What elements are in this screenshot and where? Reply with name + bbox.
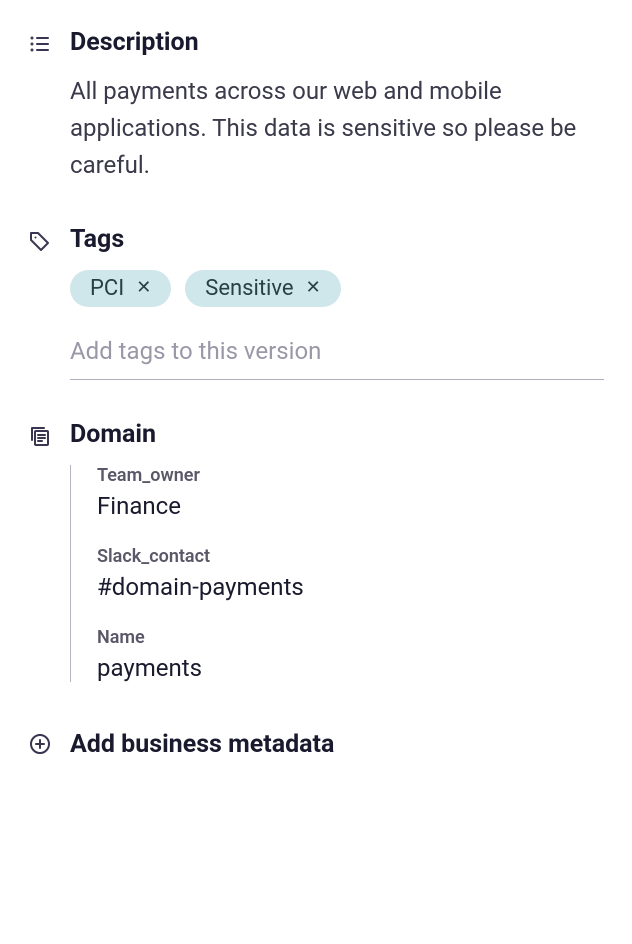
tag-chips: PCI ✕ Sensitive ✕ [70, 270, 604, 307]
copy-icon [28, 424, 52, 448]
domain-list: Team_owner Finance Slack_contact #domain… [70, 465, 604, 682]
domain-key: Name [97, 627, 604, 648]
add-metadata-label: Add business metadata [70, 730, 334, 759]
tags-title: Tags [70, 225, 604, 254]
domain-key: Slack_contact [97, 546, 604, 567]
description-title: Description [70, 28, 604, 57]
add-metadata-button[interactable]: Add business metadata [28, 730, 604, 759]
domain-body: Domain Team_owner Finance Slack_contact … [70, 420, 604, 690]
description-text: All payments across our web and mobile a… [70, 73, 604, 185]
domain-value: Finance [97, 492, 604, 520]
tags-section: Tags PCI ✕ Sensitive ✕ [28, 225, 604, 380]
domain-title: Domain [70, 420, 604, 449]
tag-input[interactable] [70, 329, 604, 380]
tag-remove-icon[interactable]: ✕ [306, 279, 321, 297]
description-body: Description All payments across our web … [70, 28, 604, 185]
domain-value: payments [97, 654, 604, 682]
list-icon [28, 32, 52, 56]
domain-item: Slack_contact #domain-payments [97, 546, 604, 601]
domain-item: Team_owner Finance [97, 465, 604, 520]
domain-key: Team_owner [97, 465, 604, 486]
tags-body: Tags PCI ✕ Sensitive ✕ [70, 225, 604, 380]
domain-item: Name payments [97, 627, 604, 682]
tag-chip[interactable]: PCI ✕ [70, 270, 171, 307]
tag-chip-label: PCI [90, 276, 124, 301]
tag-chip[interactable]: Sensitive ✕ [185, 270, 340, 307]
tag-chip-label: Sensitive [205, 276, 293, 301]
tag-icon [28, 229, 52, 253]
domain-value: #domain-payments [97, 573, 604, 601]
tag-remove-icon[interactable]: ✕ [136, 279, 151, 297]
description-section: Description All payments across our web … [28, 28, 604, 185]
plus-circle-icon [28, 732, 52, 756]
domain-section: Domain Team_owner Finance Slack_contact … [28, 420, 604, 690]
